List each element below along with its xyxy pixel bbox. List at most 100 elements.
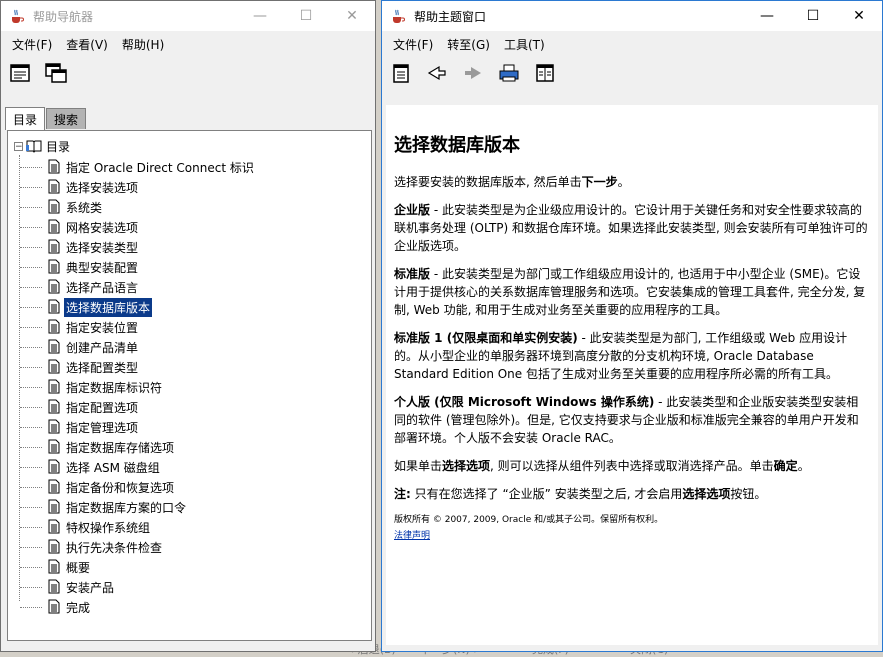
- standard-paragraph: 标准版 - 此安装类型是为部门或工作组级应用设计的, 也适用于中小型企业 (SM…: [394, 267, 866, 317]
- forward-nav-button[interactable]: [460, 60, 486, 86]
- tree-item[interactable]: 选择 ASM 磁盘组: [8, 457, 256, 477]
- tree-branch-line: [20, 467, 42, 468]
- tree-item-label: 指定配置选项: [66, 400, 139, 415]
- tree-item-label: 指定数据库方案的口令: [66, 500, 187, 515]
- tree-branch-line: [20, 567, 42, 568]
- tree-branch-line: [20, 407, 42, 408]
- topic-menubar: 文件(F) 转至(G) 工具(T): [382, 33, 882, 55]
- menu-view[interactable]: 查看(V): [59, 36, 115, 53]
- select-options-paragraph: 如果单击选择选项, 则可以选择从组件列表中选择或取消选择产品。单击确定。: [394, 459, 810, 473]
- tree-item-label: 指定安装位置: [66, 320, 139, 335]
- document-icon: [48, 199, 60, 214]
- document-icon: [48, 339, 60, 354]
- help-navigator-window: 帮助导航器 — ☐ ✕ 文件(F) 查看(V) 帮助(H) 目录 搜索 − 目录…: [0, 0, 376, 652]
- topic-window-title: 帮助主题窗口: [414, 9, 487, 24]
- personal-paragraph: 个人版 (仅限 Microsoft Windows 操作系统) - 此安装类型和…: [394, 395, 859, 445]
- tree-item[interactable]: 创建产品清单: [8, 337, 256, 357]
- standard-one-paragraph: 标准版 1 (仅限桌面和单实例安装) - 此安装类型是为部门, 工作组级或 We…: [394, 331, 848, 381]
- document-icon: [48, 319, 60, 334]
- tree-item[interactable]: 选择配置类型: [8, 357, 256, 377]
- show-navigator-button[interactable]: [388, 60, 414, 86]
- menu-file[interactable]: 文件(F): [5, 36, 59, 53]
- topic-content: 选择数据库版本 选择要安装的数据库版本, 然后单击下一步。 企业版 - 此安装类…: [386, 105, 878, 645]
- tile-windows-button[interactable]: [43, 60, 69, 86]
- document-icon: [48, 419, 60, 434]
- print-button[interactable]: [496, 60, 522, 86]
- document-icon: [48, 399, 60, 414]
- document-icon: [48, 239, 60, 254]
- document-icon: [48, 179, 60, 194]
- window-icon: [10, 64, 30, 82]
- close-button[interactable]: ✕: [836, 1, 882, 31]
- show-topic-button[interactable]: [7, 60, 33, 86]
- tree-item[interactable]: 安装产品: [8, 577, 256, 597]
- tree-item[interactable]: 完成: [8, 597, 256, 617]
- tree-item-label: 指定数据库标识符: [66, 380, 163, 395]
- maximize-button[interactable]: ☐: [283, 1, 329, 31]
- tree-item[interactable]: 典型安装配置: [8, 257, 256, 277]
- nav-titlebar[interactable]: 帮助导航器 — ☐ ✕: [1, 1, 375, 31]
- topic-heading: 选择数据库版本: [394, 135, 520, 156]
- tree-item-label: 指定 Oracle Direct Connect 标识: [66, 160, 254, 175]
- tree-branch-line: [20, 427, 42, 428]
- back-arrow-icon: [427, 65, 446, 81]
- tree-item[interactable]: 指定数据库存储选项: [8, 437, 256, 457]
- tree-branch-line: [20, 587, 42, 588]
- note-paragraph: 注: 只有在您选择了 “企业版” 安装类型之后, 才会启用选择选项按钮。: [394, 487, 767, 501]
- tree-item[interactable]: 执行先决条件检查: [8, 537, 256, 557]
- page-setup-button[interactable]: [532, 60, 558, 86]
- minimize-button[interactable]: —: [744, 1, 790, 31]
- tree-item[interactable]: 指定 Oracle Direct Connect 标识: [8, 157, 256, 177]
- tree-item[interactable]: 指定备份和恢复选项: [8, 477, 256, 497]
- document-icon: [48, 519, 60, 534]
- tree-item[interactable]: 指定数据库标识符: [8, 377, 256, 397]
- close-button[interactable]: ✕: [329, 1, 375, 31]
- notepad-icon: [393, 64, 409, 83]
- tree-item-label: 选择安装选项: [66, 180, 139, 195]
- nav-toolbar: [1, 55, 375, 91]
- tree-branch-line: [20, 307, 42, 308]
- legal-notice-link[interactable]: 法律声明: [394, 531, 430, 541]
- tree-item-label: 指定备份和恢复选项: [66, 480, 175, 495]
- tree-branch-line: [20, 207, 42, 208]
- tree-item-label: 选择安装类型: [66, 240, 139, 255]
- open-book-icon: [26, 140, 42, 153]
- document-icon: [48, 579, 60, 594]
- tree-item[interactable]: 指定管理选项: [8, 417, 256, 437]
- document-icon: [48, 259, 60, 274]
- tree-item[interactable]: 概要: [8, 557, 256, 577]
- document-icon: [48, 279, 60, 294]
- document-icon: [48, 599, 60, 614]
- tree-item[interactable]: 网格安装选项: [8, 217, 256, 237]
- topic-titlebar[interactable]: 帮助主题窗口 — ☐ ✕: [382, 1, 882, 31]
- tree-item[interactable]: 选择安装选项: [8, 177, 256, 197]
- tree-item-label: 创建产品清单: [66, 340, 139, 355]
- tree-item[interactable]: 特权操作系统组: [8, 517, 256, 537]
- tree-item[interactable]: 指定配置选项: [8, 397, 256, 417]
- minimize-button[interactable]: —: [237, 1, 283, 31]
- tree-item[interactable]: 选择数据库版本: [8, 297, 256, 317]
- tab-contents[interactable]: 目录: [5, 107, 46, 130]
- collapse-icon[interactable]: −: [14, 141, 23, 151]
- document-icon: [48, 219, 60, 234]
- tree-item-label: 安装产品: [66, 580, 115, 595]
- tree-item[interactable]: 指定安装位置: [8, 317, 256, 337]
- tree-item[interactable]: 指定数据库方案的口令: [8, 497, 256, 517]
- back-nav-button[interactable]: [424, 60, 450, 86]
- menu-file[interactable]: 文件(F): [386, 36, 440, 53]
- tree-item-label: 选择 ASM 磁盘组: [66, 460, 160, 475]
- tree-item[interactable]: 选择安装类型: [8, 237, 256, 257]
- tree-item[interactable]: 选择产品语言: [8, 277, 256, 297]
- tree-item[interactable]: 系统类: [8, 197, 256, 217]
- maximize-button[interactable]: ☐: [790, 1, 836, 31]
- tree-branch-line: [20, 547, 42, 548]
- tree-root[interactable]: − 目录: [14, 138, 70, 154]
- tree-item-label: 特权操作系统组: [66, 520, 151, 535]
- menu-goto[interactable]: 转至(G): [440, 36, 497, 53]
- page-setup-icon: [536, 64, 554, 82]
- tree-item-label: 完成: [66, 600, 91, 615]
- tree-branch-line: [20, 527, 42, 528]
- tab-search[interactable]: 搜索: [46, 108, 87, 129]
- menu-tools[interactable]: 工具(T): [497, 36, 552, 53]
- menu-help[interactable]: 帮助(H): [115, 36, 171, 53]
